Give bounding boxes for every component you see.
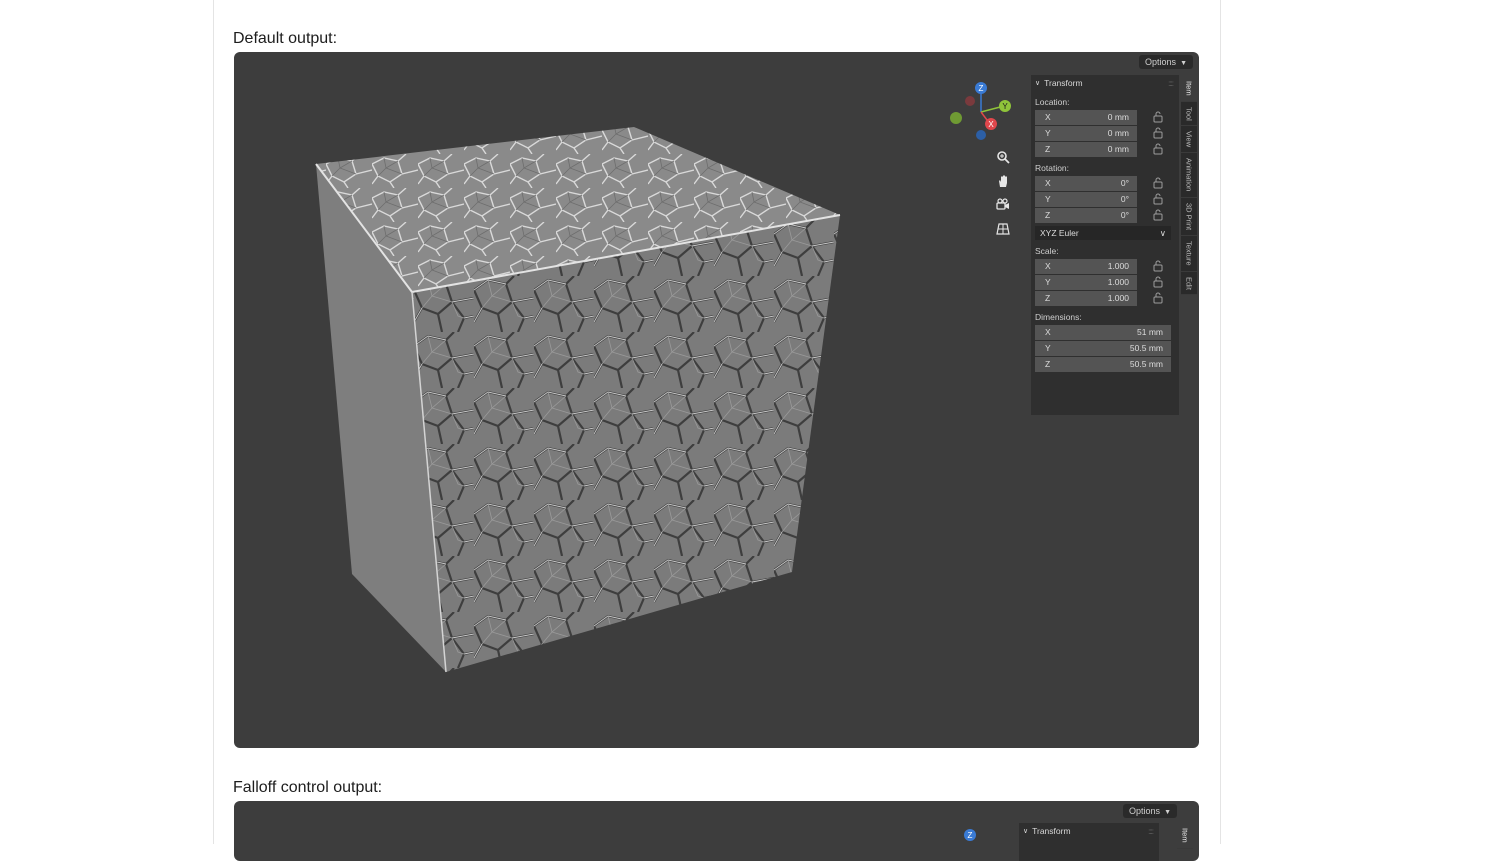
svg-text:Z: Z xyxy=(968,831,973,840)
sidebar-tabs-2: Item xyxy=(1177,823,1193,849)
axis-gizmo[interactable]: Z Y X xyxy=(946,80,1016,146)
grid-icon[interactable] xyxy=(994,220,1012,238)
chevron-down-icon: ∨ xyxy=(1023,828,1029,835)
falloff-output-label: Falloff control output: xyxy=(233,779,383,796)
location-label: Location: xyxy=(1035,97,1070,107)
tab-texture[interactable]: Texture xyxy=(1181,236,1197,272)
neg-z-axis-icon xyxy=(976,130,986,140)
scale-x-field[interactable]: X 1.000 xyxy=(1035,258,1137,274)
rotation-y-row: Y 0° xyxy=(1031,191,1179,207)
chevron-down-icon: ∨ xyxy=(1035,80,1041,87)
lock-icon[interactable] xyxy=(1153,193,1163,205)
scale-x-row: X 1.000 xyxy=(1031,258,1179,274)
transform-panel-header-2[interactable]: ∨ Transform :::: xyxy=(1019,823,1159,839)
rotation-z-field[interactable]: Z 0° xyxy=(1035,207,1137,223)
rotation-label: Rotation: xyxy=(1035,163,1070,173)
viewport-default[interactable]: Options ▼ Z Y X ∨ Transform:::: Locatio… xyxy=(234,52,1199,748)
location-z-row: Z0 mm xyxy=(1031,141,1179,157)
location-x-field[interactable]: X0 mm xyxy=(1035,109,1137,125)
y-axis-label: Y xyxy=(1002,102,1008,111)
nav-tools xyxy=(994,148,1012,238)
rotation-x-row: X 0° xyxy=(1031,175,1179,191)
default-output-label: Default output: xyxy=(233,30,338,47)
location-z-field[interactable]: Z0 mm xyxy=(1035,141,1137,157)
rotation-z-row: Z 0° xyxy=(1031,207,1179,223)
grip-icon[interactable]: :::: xyxy=(1168,79,1174,88)
scale-z-field[interactable]: Z 1.000 xyxy=(1035,290,1137,306)
z-axis-label: Z xyxy=(979,84,984,93)
dimensions-z-field[interactable]: Z 50.5 mm xyxy=(1035,356,1171,372)
location-y-field[interactable]: Y0 mm xyxy=(1035,125,1137,141)
dimensions-y-field[interactable]: Y 50.5 mm xyxy=(1035,340,1171,356)
rotation-mode-select[interactable]: XYZ Euler ∨ xyxy=(1035,226,1171,240)
scale-y-field[interactable]: Y 1.000 xyxy=(1035,274,1137,290)
tab-tool[interactable]: Tool xyxy=(1181,102,1197,127)
scale-z-row: Z 1.000 xyxy=(1031,290,1179,306)
chevron-down-icon: ∨ xyxy=(1159,227,1166,238)
neg-y-axis-icon xyxy=(950,112,962,124)
cube-front-face xyxy=(412,215,840,672)
scale-y-row: Y 1.000 xyxy=(1031,274,1179,290)
dimensions-y-row: Y 50.5 mm xyxy=(1031,340,1179,356)
dimensions-x-row: X 51 mm xyxy=(1031,324,1179,340)
rotation-x-field[interactable]: X 0° xyxy=(1035,175,1137,191)
hand-icon[interactable] xyxy=(994,172,1012,190)
scale-label: Scale: xyxy=(1035,246,1059,256)
transform-panel-header[interactable]: ∨ Transform :::: xyxy=(1031,75,1179,91)
tab-view[interactable]: View xyxy=(1181,126,1197,154)
dimensions-x-field[interactable]: X 51 mm xyxy=(1035,324,1171,340)
tab-item[interactable]: Item xyxy=(1181,76,1197,102)
lock-icon[interactable] xyxy=(1153,276,1163,288)
lock-icon[interactable] xyxy=(1153,111,1163,123)
options-button-2[interactable]: Options ▼ xyxy=(1123,804,1177,818)
chevron-down-icon: ▼ xyxy=(1164,809,1171,816)
neg-x-axis-icon xyxy=(965,96,975,106)
zoom-icon[interactable] xyxy=(994,148,1012,166)
lock-icon[interactable] xyxy=(1153,177,1163,189)
lock-icon[interactable] xyxy=(1153,127,1163,139)
dimensions-label: Dimensions: xyxy=(1035,312,1082,322)
sidebar-tabs: Item Tool View Animation 3D Print Textur… xyxy=(1181,76,1197,296)
x-axis-label: X xyxy=(988,120,994,129)
tab-animation[interactable]: Animation xyxy=(1181,153,1197,198)
camera-icon[interactable] xyxy=(994,196,1012,214)
lock-icon[interactable] xyxy=(1153,209,1163,221)
transform-title: Transform xyxy=(1044,78,1083,88)
lock-icon[interactable] xyxy=(1153,143,1163,155)
location-y-row: Y0 mm xyxy=(1031,125,1179,141)
dimensions-z-row: Z 50.5 mm xyxy=(1031,356,1179,372)
z-axis-icon-2[interactable]: Z xyxy=(962,827,978,843)
transform-panel-2: ∨ Transform :::: xyxy=(1019,823,1159,861)
tab-edit[interactable]: Edit xyxy=(1181,272,1197,296)
viewport-falloff[interactable]: Options ▼ Z ∨ Transform :::: Item xyxy=(234,801,1199,861)
tab-item-2[interactable]: Item xyxy=(1177,823,1193,849)
lock-icon[interactable] xyxy=(1153,260,1163,272)
lock-icon[interactable] xyxy=(1153,292,1163,304)
location-x-row: X0 mm xyxy=(1031,109,1179,125)
rotation-y-field[interactable]: Y 0° xyxy=(1035,191,1137,207)
tab-3d-print[interactable]: 3D Print xyxy=(1181,198,1197,236)
grip-icon[interactable]: :::: xyxy=(1148,827,1154,836)
transform-panel: ∨ Transform :::: Location: X0 mm Y0 mm Z… xyxy=(1031,75,1179,415)
